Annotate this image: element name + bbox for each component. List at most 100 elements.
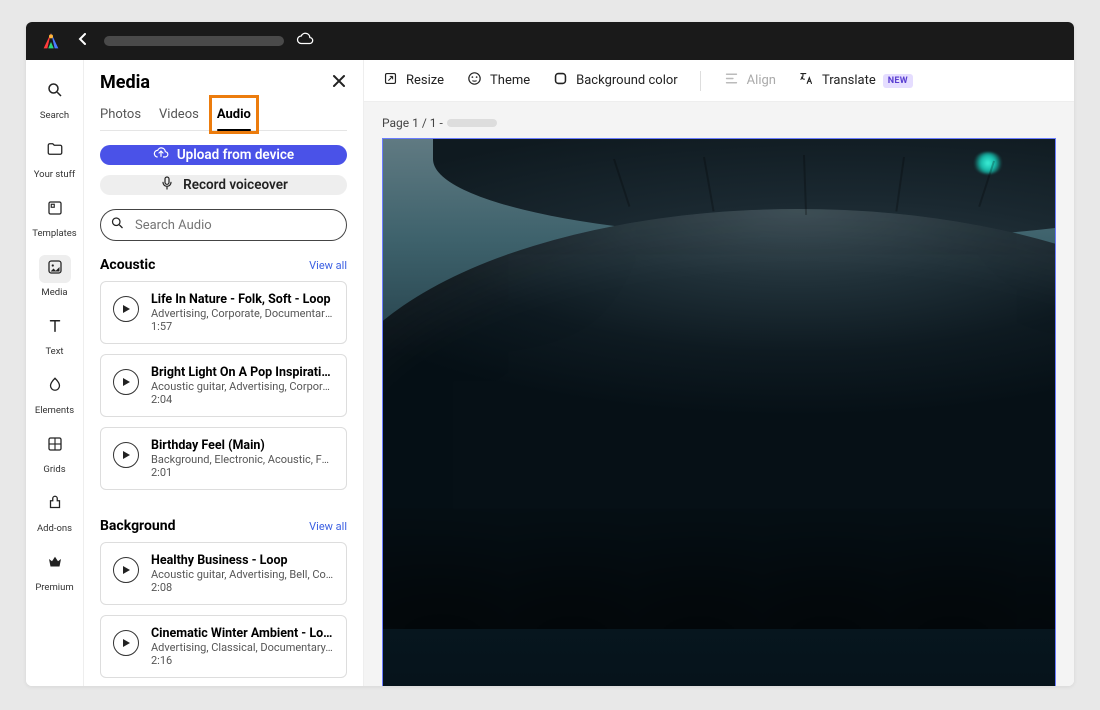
track-duration: 1:57	[151, 320, 334, 333]
search-icon	[110, 216, 125, 235]
page-name-placeholder[interactable]	[447, 119, 497, 127]
theme-icon	[466, 70, 483, 91]
rail-label: Search	[40, 110, 69, 121]
rail-label: Media	[41, 287, 67, 298]
top-bar	[26, 22, 1074, 60]
section-title: Background	[100, 518, 175, 534]
play-button[interactable]	[113, 442, 139, 468]
track-title: Life In Nature - Folk, Soft - Loop	[151, 292, 334, 307]
background-color-icon	[552, 70, 569, 91]
rail-item-premium[interactable]: Premium	[30, 544, 80, 599]
tool-label: Theme	[490, 73, 530, 88]
audio-track[interactable]: Birthday Feel (Main) Background, Electro…	[100, 427, 347, 490]
elements-icon	[46, 376, 64, 398]
canvas-column: Resize Theme Background color Align	[364, 60, 1074, 686]
upload-from-device-button[interactable]: Upload from device	[100, 145, 347, 165]
page-indicator-text: Page 1 / 1 -	[382, 116, 443, 130]
tool-label: Resize	[406, 73, 444, 88]
resize-icon	[382, 70, 399, 91]
close-panel-button[interactable]	[331, 73, 347, 93]
tool-label: Background color	[576, 73, 678, 88]
rail-label: Templates	[32, 228, 76, 239]
media-panel: Media Photos Videos Audio Upload from de…	[84, 60, 364, 686]
track-title: Healthy Business - Loop	[151, 553, 334, 568]
view-all-link[interactable]: View all	[309, 259, 347, 272]
record-label: Record voiceover	[183, 177, 288, 193]
back-button[interactable]	[74, 33, 92, 49]
play-button[interactable]	[113, 557, 139, 583]
rail-item-search[interactable]: Search	[30, 72, 80, 127]
rail-item-elements[interactable]: Elements	[30, 367, 80, 422]
tool-theme[interactable]: Theme	[466, 70, 530, 91]
left-rail: Search Your stuff Templates Media Text E…	[26, 60, 84, 686]
audio-track[interactable]: Life In Nature - Folk, Soft - Loop Adver…	[100, 281, 347, 344]
rail-item-grids[interactable]: Grids	[30, 426, 80, 481]
page-indicator: Page 1 / 1 -	[382, 116, 1056, 130]
document-title-placeholder[interactable]	[104, 36, 284, 46]
play-button[interactable]	[113, 630, 139, 656]
audio-track[interactable]: Cinematic Winter Ambient - Loop Advertis…	[100, 615, 347, 678]
track-duration: 2:08	[151, 581, 334, 594]
tab-photos[interactable]: Photos	[100, 101, 141, 130]
media-tabs: Photos Videos Audio	[100, 101, 347, 131]
rail-label: Premium	[35, 582, 73, 593]
section-title: Acoustic	[100, 257, 155, 273]
tool-label: Translate	[822, 73, 876, 88]
tool-label: Align	[747, 73, 776, 88]
tab-videos[interactable]: Videos	[159, 101, 199, 130]
tool-align: Align	[723, 70, 776, 91]
rail-item-media[interactable]: Media	[30, 249, 80, 304]
track-title: Cinematic Winter Ambient - Loop	[151, 626, 334, 641]
track-duration: 2:01	[151, 466, 334, 479]
track-info: Birthday Feel (Main) Background, Electro…	[151, 438, 334, 479]
tool-background-color[interactable]: Background color	[552, 70, 678, 91]
add-ons-icon	[46, 494, 64, 516]
audio-track[interactable]: Healthy Business - Loop Acoustic guitar,…	[100, 542, 347, 605]
canvas-image	[383, 139, 1055, 686]
grids-icon	[46, 435, 64, 457]
section-background: Background View all Healthy Business - L…	[100, 518, 347, 686]
tool-resize[interactable]: Resize	[382, 70, 444, 91]
media-icon	[46, 258, 64, 280]
canvas-toolbar: Resize Theme Background color Align	[364, 60, 1074, 102]
view-all-link[interactable]: View all	[309, 520, 347, 533]
rail-label: Grids	[43, 464, 65, 475]
rail-item-add-ons[interactable]: Add-ons	[30, 485, 80, 540]
tab-audio-label: Audio	[217, 107, 251, 122]
premium-icon	[46, 553, 64, 575]
microphone-icon	[159, 175, 175, 195]
play-button[interactable]	[113, 296, 139, 322]
section-acoustic: Acoustic View all Life In Nature - Folk,…	[100, 257, 347, 500]
rail-item-templates[interactable]: Templates	[30, 190, 80, 245]
artboard[interactable]	[382, 138, 1056, 686]
toolbar-divider	[700, 71, 701, 91]
upload-label: Upload from device	[177, 147, 294, 163]
audio-track[interactable]: Bright Light On A Pop Inspiratio… Acoust…	[100, 354, 347, 417]
track-title: Birthday Feel (Main)	[151, 438, 334, 453]
upload-icon	[153, 145, 169, 165]
rail-item-text[interactable]: Text	[30, 308, 80, 363]
search-icon	[46, 81, 64, 103]
main-area: Search Your stuff Templates Media Text E…	[26, 60, 1074, 686]
search-audio-input[interactable]	[100, 209, 347, 241]
panel-title: Media	[100, 72, 150, 93]
folder-icon	[46, 140, 64, 162]
track-title: Bright Light On A Pop Inspiratio…	[151, 365, 334, 380]
cloud-sync-icon[interactable]	[296, 30, 314, 52]
track-tags: Advertising, Classical, Documentary, Dr…	[151, 641, 334, 654]
tab-audio[interactable]: Audio	[217, 101, 251, 130]
stage: Page 1 / 1 -	[364, 102, 1074, 686]
tool-translate[interactable]: Translate NEW	[798, 70, 913, 91]
record-voiceover-button[interactable]: Record voiceover	[100, 175, 347, 195]
track-tags: Advertising, Corporate, Documentary, D…	[151, 307, 334, 320]
track-info: Bright Light On A Pop Inspiratio… Acoust…	[151, 365, 334, 406]
app-window: Search Your stuff Templates Media Text E…	[26, 22, 1074, 686]
rail-label: Add-ons	[37, 523, 72, 534]
track-duration: 2:04	[151, 393, 334, 406]
rail-label: Text	[45, 346, 63, 357]
play-button[interactable]	[113, 369, 139, 395]
rail-item-your-stuff[interactable]: Your stuff	[30, 131, 80, 186]
track-info: Healthy Business - Loop Acoustic guitar,…	[151, 553, 334, 594]
track-tags: Acoustic guitar, Advertising, Corporate,…	[151, 380, 334, 393]
align-icon	[723, 70, 740, 91]
